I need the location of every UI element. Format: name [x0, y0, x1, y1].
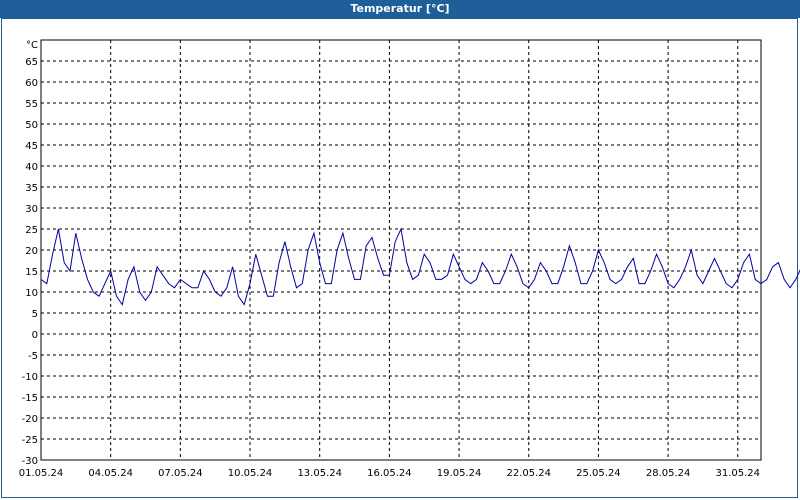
x-tick-label: 22.05.24: [506, 468, 551, 479]
x-tick-label: 07.05.24: [158, 468, 203, 479]
y-tick-label: 0: [32, 330, 38, 341]
y-tick-label: 5: [32, 309, 38, 320]
x-tick-label: 19.05.24: [437, 468, 482, 479]
x-tick-label: 04.05.24: [88, 468, 133, 479]
x-axis: 01.05.24 04.05.24 07.05.24 10.05.24 13.05.24…: [19, 468, 760, 479]
y-tick-label: 40: [25, 162, 38, 173]
grid-lines: [41, 40, 761, 461]
y-tick-label: 35: [25, 183, 38, 194]
x-tick-label: 13.05.24: [297, 468, 342, 479]
y-tick-label: -20: [22, 414, 38, 425]
y-tick-label: -15: [22, 393, 38, 404]
y-tick-label: 45: [25, 141, 38, 152]
y-axis: 65605550454035302520151050-5-10-15-20-25…: [22, 57, 38, 467]
y-tick-label: -30: [22, 456, 38, 467]
temperature-chart: 65605550454035302520151050-5-10-15-20-25…: [19, 39, 800, 479]
y-axis-unit-label: °C: [26, 40, 38, 51]
y-tick-label: 50: [25, 120, 38, 131]
y-tick-label: 10: [25, 288, 38, 299]
y-tick-label: -5: [28, 351, 38, 362]
x-tick-label: 25.05.24: [576, 468, 621, 479]
x-tick-label: 10.05.24: [228, 468, 273, 479]
y-tick-label: 60: [25, 78, 38, 89]
x-tick-label: 31.05.24: [716, 468, 761, 479]
y-tick-label: -25: [22, 435, 38, 446]
x-tick-label: 28.05.24: [646, 468, 691, 479]
y-tick-label: 25: [25, 225, 38, 236]
x-tick-label: 01.05.24: [19, 468, 64, 479]
y-tick-label: 15: [25, 267, 38, 278]
y-tick-label: 55: [25, 99, 38, 110]
y-tick-label: 30: [25, 204, 38, 215]
x-tick-label: 16.05.24: [367, 468, 412, 479]
y-tick-label: 20: [25, 246, 38, 257]
y-tick-label: 65: [25, 57, 38, 68]
y-tick-label: -10: [22, 372, 38, 383]
